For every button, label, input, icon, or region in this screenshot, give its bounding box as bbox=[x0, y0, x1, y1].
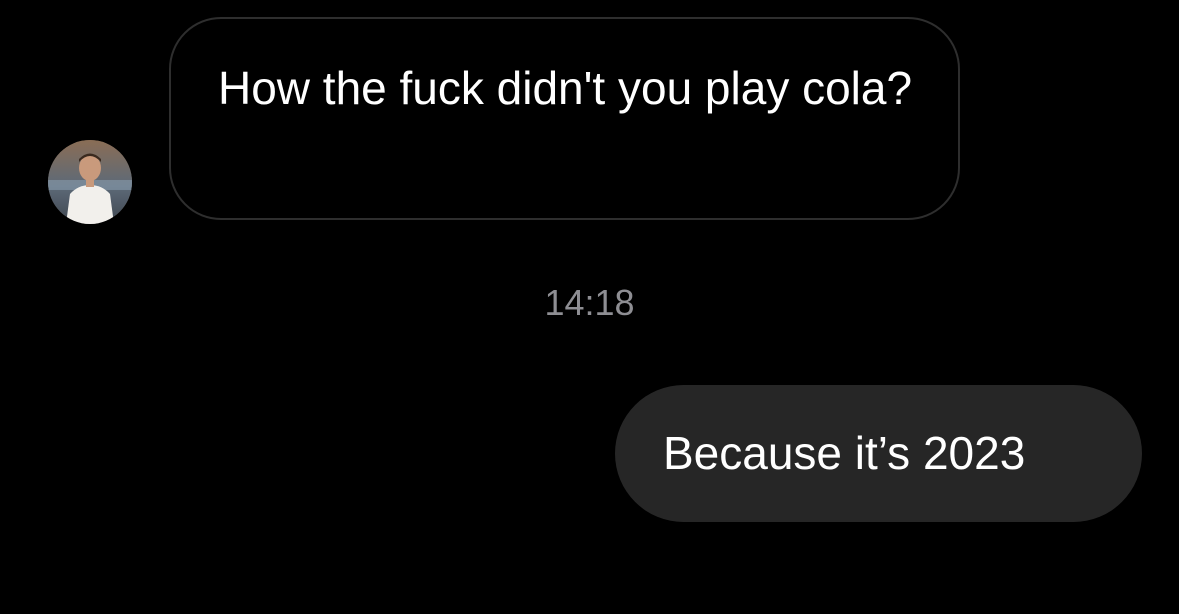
outgoing-message-text: Because it’s 2023 bbox=[663, 427, 1026, 479]
avatar-photo-icon bbox=[48, 140, 132, 224]
contact-avatar[interactable] bbox=[48, 140, 132, 224]
outgoing-message-bubble[interactable]: Because it’s 2023 bbox=[615, 385, 1142, 522]
message-timestamp: 14:18 bbox=[544, 282, 635, 323]
incoming-message-text: How the fuck didn't you play cola? bbox=[218, 62, 913, 114]
incoming-message-bubble[interactable]: How the fuck didn't you play cola? bbox=[169, 17, 960, 220]
